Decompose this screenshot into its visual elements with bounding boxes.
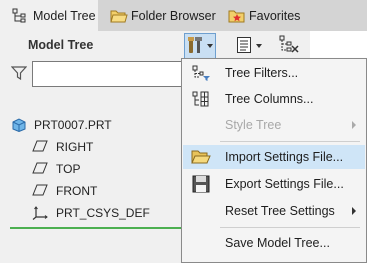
coordinate-system-icon	[32, 206, 48, 220]
chevron-right-icon	[352, 207, 356, 215]
insert-here-indicator	[10, 227, 190, 229]
menu-item-tree-columns[interactable]: Tree Columns...	[183, 87, 365, 111]
menu-item-label: Save Model Tree...	[225, 236, 330, 250]
tree-item-label: PRT_CSYS_DEF	[56, 206, 150, 220]
tree-item-csys[interactable]: PRT_CSYS_DEF	[32, 203, 150, 223]
tree-columns-icon	[191, 90, 211, 108]
tree-root-item[interactable]: PRT0007.PRT	[12, 115, 112, 135]
chevron-down-icon	[256, 44, 262, 48]
menu-item-label: Import Settings File...	[225, 150, 344, 164]
tab-label: Folder Browser	[131, 8, 216, 23]
open-folder-icon	[191, 148, 211, 166]
tree-item-front[interactable]: FRONT	[32, 181, 97, 201]
filter-icon[interactable]	[10, 66, 28, 81]
tab-model-tree[interactable]: Model Tree	[0, 0, 98, 31]
tree-item-label: FRONT	[56, 184, 98, 198]
menu-item-label: Reset Tree Settings	[225, 204, 335, 218]
menu-item-label: Style Tree	[225, 118, 282, 132]
settings-button[interactable]	[184, 33, 216, 59]
menu-item-export-settings[interactable]: Export Settings File...	[183, 172, 365, 196]
menu-item-label: Export Settings File...	[225, 177, 344, 191]
menu-item-import-settings[interactable]: Import Settings File...	[183, 145, 365, 169]
tree-item-label: TOP	[56, 162, 81, 176]
datum-plane-icon	[32, 162, 48, 176]
menu-separator	[220, 141, 360, 142]
floppy-disk-icon	[191, 175, 211, 193]
chevron-down-icon	[207, 44, 213, 48]
menu-item-label: Tree Columns...	[225, 92, 314, 106]
tree-item-label: PRT0007.PRT	[34, 118, 112, 132]
panel-title: Model Tree	[28, 38, 94, 52]
menu-item-style-tree: Style Tree	[183, 113, 365, 137]
menu-separator	[220, 227, 360, 228]
tree-item-top[interactable]: TOP	[32, 159, 80, 179]
tab-label: Model Tree	[33, 8, 96, 23]
tab-folder-browser[interactable]: Folder Browser	[104, 0, 217, 31]
tree-display-button[interactable]	[276, 33, 302, 59]
datum-plane-icon	[32, 140, 48, 154]
menu-item-tree-filters[interactable]: Tree Filters...	[183, 61, 365, 85]
chevron-right-icon	[352, 121, 356, 129]
datum-plane-icon	[32, 184, 48, 198]
tab-bar: Model Tree Folder Browser Favorites	[0, 0, 367, 31]
tree-filters-icon	[191, 64, 211, 82]
tab-label: Favorites	[249, 8, 301, 23]
model-tree-icon	[12, 8, 28, 24]
document-list-icon	[236, 36, 252, 57]
tree-settings-menu: Tree Filters... Tree Columns... Style Tr…	[181, 58, 367, 263]
search-input[interactable]	[32, 61, 192, 87]
show-button[interactable]	[230, 33, 268, 59]
part-icon	[12, 118, 28, 133]
tools-icon	[187, 36, 203, 57]
tree-item-right[interactable]: RIGHT	[32, 137, 93, 157]
menu-item-reset-tree-settings[interactable]: Reset Tree Settings	[183, 199, 365, 223]
menu-item-save-model-tree[interactable]: Save Model Tree...	[183, 231, 365, 255]
folder-icon	[110, 8, 128, 24]
tab-favorites[interactable]: Favorites	[222, 0, 322, 31]
menu-item-label: Tree Filters...	[225, 66, 299, 80]
favorites-star-icon	[228, 8, 245, 24]
tree-settings-icon	[279, 35, 299, 58]
tree-item-label: RIGHT	[56, 140, 94, 154]
